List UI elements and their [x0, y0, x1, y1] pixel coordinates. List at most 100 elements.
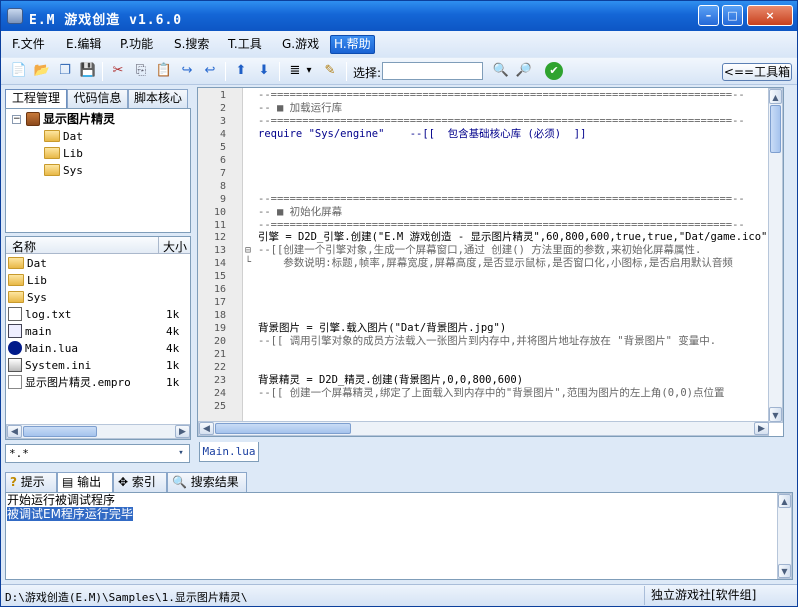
scroll-thumb[interactable] [23, 426, 97, 437]
menu-search[interactable]: S.搜索 [171, 35, 212, 54]
line-number: 12 [213, 232, 226, 244]
tab-index[interactable]: ✥ 索引 [113, 472, 167, 492]
file-name: Lib [27, 274, 47, 287]
code-line[interactable]: --[[ 调用引擎对象的成员方法载入一张图片到内存中,并将图片地址存放在 "背景… [258, 335, 716, 348]
code-line[interactable]: 背景图片 = 引擎.载入图片("Dat/背景图片.jpg") [258, 322, 506, 335]
menu-help[interactable]: H.帮助 [330, 35, 375, 54]
tab-output[interactable]: ▤ 输出 [57, 472, 113, 492]
new-file-icon[interactable]: 📄 [10, 62, 28, 80]
save-icon[interactable]: 💾 [79, 62, 97, 80]
scroll-up-icon[interactable]: ▲ [769, 89, 782, 104]
code-line[interactable]: --[[ 创建一个屏幕精灵,绑定了上面载入到内存中的"背景图片",范围为图片的左… [258, 387, 725, 400]
toolbox-button[interactable]: <==工具箱 [722, 63, 792, 81]
scroll-left-icon[interactable]: ◀ [7, 425, 22, 438]
redo-icon[interactable]: ↪ [178, 62, 196, 80]
file-row[interactable]: Dat [8, 255, 188, 272]
copy-icon[interactable]: ⎘ [132, 62, 150, 80]
file-row[interactable]: System.ini 1k [8, 357, 188, 374]
code-line[interactable]: --======================================… [258, 89, 745, 102]
output-vscroll[interactable]: ▲ ▼ [777, 493, 792, 579]
chevron-down-icon[interactable]: ▾ [304, 62, 314, 80]
file-row[interactable]: Main.lua 4k [8, 340, 188, 357]
search-icon[interactable]: 🔍 [492, 62, 510, 80]
toolbar-separator [102, 62, 103, 81]
check-icon[interactable]: ✔ [545, 62, 563, 80]
menu-file[interactable]: F.文件 [9, 35, 48, 54]
title-bar[interactable]: E.M 游戏创造 v1.6.0 – □ × [1, 1, 797, 31]
scroll-thumb[interactable] [215, 423, 351, 434]
file-list-hscroll[interactable]: ◀ ▶ [6, 424, 190, 439]
minimize-button[interactable]: – [698, 5, 719, 26]
menu-game[interactable]: G.游戏 [279, 35, 322, 54]
move-up-icon[interactable]: ⬆ [232, 62, 250, 80]
menu-tools[interactable]: T.工具 [225, 35, 265, 54]
menu-function[interactable]: P.功能 [117, 35, 156, 54]
file-row[interactable]: log.txt 1k [8, 306, 188, 323]
code-line[interactable]: 引擎 = D2D_引擎.创建("E.M 游戏创造 - 显示图片精灵",60,80… [258, 231, 774, 244]
file-row[interactable]: 显示图片精灵.empro 1k [8, 374, 188, 391]
scroll-left-icon[interactable]: ◀ [199, 422, 214, 435]
select-input[interactable] [382, 62, 483, 80]
code-line[interactable]: require "Sys/engine" --[[ 包含基础核心库 (必须) ]… [258, 128, 586, 141]
code-line[interactable]: --======================================… [258, 115, 745, 128]
comment-icon[interactable]: ✎ [321, 62, 339, 80]
search-next-icon[interactable]: 🔎 [515, 62, 533, 80]
list-icon[interactable]: ≣ [286, 62, 304, 80]
move-down-icon[interactable]: ⬇ [255, 62, 273, 80]
tree-root[interactable]: 显示图片精灵 [26, 111, 115, 127]
code-line[interactable]: --[[创建一个引擎对象,生成一个屏幕窗口,通过 创建() 方法里面的参数,来初… [258, 244, 701, 257]
close-button[interactable]: × [747, 5, 793, 26]
tab-hints[interactable]: ? 提示 [5, 472, 57, 492]
open-folder-icon[interactable]: 📂 [33, 62, 51, 80]
chevron-down-icon[interactable]: ▾ [173, 445, 189, 462]
code-line[interactable]: --======================================… [258, 193, 745, 206]
paste-icon[interactable]: 📋 [155, 62, 173, 80]
file-size: 1k [166, 376, 180, 389]
file-tab-main-lua[interactable]: Main.lua [199, 442, 259, 462]
scroll-right-icon[interactable]: ▶ [754, 422, 769, 435]
editor-hscroll[interactable]: ◀ ▶ [198, 421, 769, 436]
scroll-up-icon[interactable]: ▲ [778, 494, 791, 508]
file-name: Dat [27, 257, 47, 270]
tab-search-results[interactable]: 🔍 搜索结果 [167, 472, 247, 492]
code-line[interactable]: -- ■ 加载运行库 [258, 102, 342, 115]
file-name: Sys [27, 291, 47, 304]
copy-window-icon[interactable]: ❐ [56, 62, 74, 80]
tab-code-info[interactable]: 代码信息 [67, 89, 128, 108]
tree-expander[interactable]: − [12, 115, 21, 124]
tab-script-core[interactable]: 脚本核心 [128, 89, 188, 108]
editor-vscroll[interactable]: ▲ ▼ [768, 88, 783, 423]
column-size[interactable]: 大小 [163, 238, 187, 255]
undo-icon[interactable]: ↩ [201, 62, 219, 80]
scroll-down-icon[interactable]: ▼ [769, 407, 782, 422]
column-name[interactable]: 名称 [12, 238, 36, 255]
code-line[interactable]: --======================================… [258, 219, 745, 232]
code-line[interactable]: 背景精灵 = D2D_精灵.创建(背景图片,0,0,800,600) [258, 374, 523, 387]
file-filter-select[interactable]: *.* ▾ [5, 444, 190, 463]
tree-item-sys[interactable]: Sys [44, 163, 83, 179]
tree-item-lib[interactable]: Lib [44, 146, 83, 162]
file-row[interactable]: Sys [8, 289, 188, 306]
line-number: 16 [213, 284, 226, 296]
maximize-button[interactable]: □ [722, 5, 743, 26]
index-icon: ✥ [118, 475, 129, 489]
file-name: Main.lua [25, 342, 78, 355]
output-box[interactable]: 开始运行被调试程序 被调试EM程序运行完毕 ▲ ▼ [5, 492, 793, 580]
status-path: D:\游戏创造(E.M)\Samples\1.显示图片精灵\ [5, 591, 248, 604]
code-line[interactable]: 参数说明:标题,帧率,屏幕宽度,屏幕高度,是否显示鼠标,是否窗口化,小图标,是否… [258, 257, 733, 270]
code-line[interactable]: -- ■ 初始化屏幕 [258, 206, 342, 219]
main-window: E.M 游戏创造 v1.6.0 – □ × F.文件 E.编辑 P.功能 S.搜… [0, 0, 798, 607]
tree-item-dat[interactable]: Dat [44, 129, 83, 145]
menu-edit[interactable]: E.编辑 [63, 35, 104, 54]
code-editor[interactable]: 1 2 3 4 5 6 7 8 9 10 11 12 13 14 15 16 17 18 19 20 21 22 23 24 2… [197, 87, 784, 437]
file-row[interactable]: Lib [8, 272, 188, 289]
cut-icon[interactable]: ✂ [109, 62, 127, 80]
app-icon[interactable] [7, 8, 23, 24]
scroll-thumb[interactable] [770, 105, 781, 153]
file-row[interactable]: main 4k [8, 323, 188, 340]
scroll-right-icon[interactable]: ▶ [175, 425, 190, 438]
tab-project[interactable]: 工程管理 [5, 89, 67, 109]
line-number: 11 [213, 219, 226, 231]
tree-item-label: Sys [63, 164, 83, 177]
scroll-down-icon[interactable]: ▼ [778, 564, 791, 578]
